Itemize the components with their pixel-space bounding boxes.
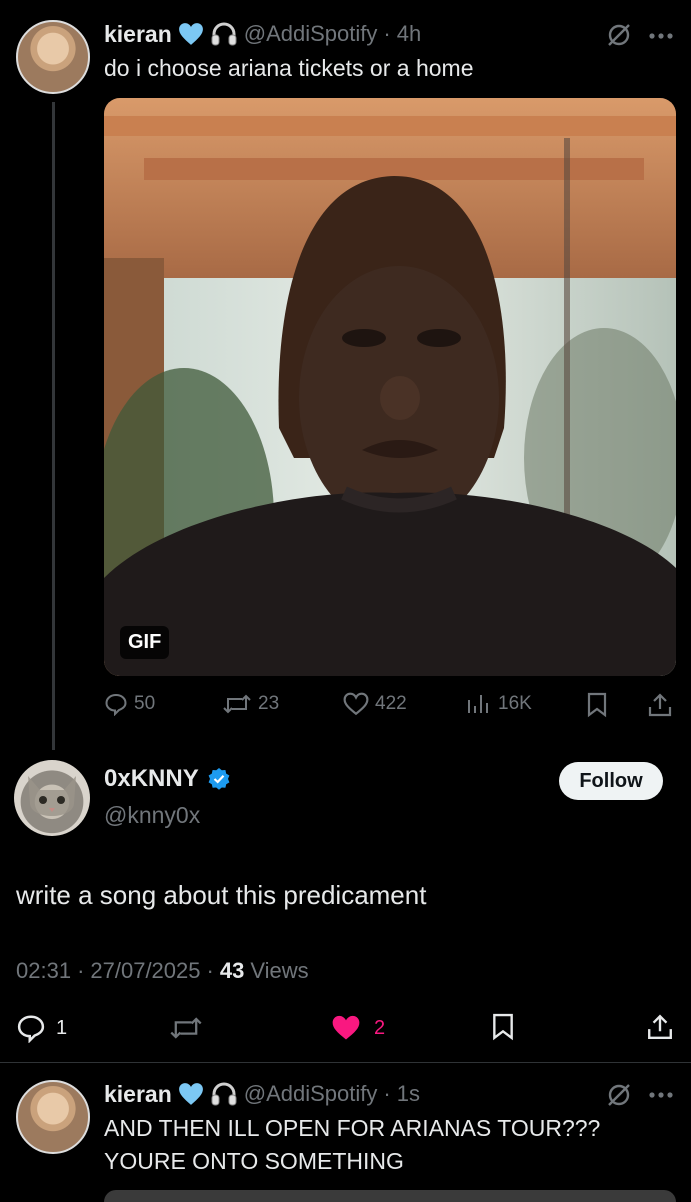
- share-icon: [648, 693, 672, 717]
- tweet-header: kieran @AddiSpotify · 1s: [104, 1078, 420, 1110]
- display-name[interactable]: 0xKNNY: [104, 765, 199, 793]
- gif-badge: GIF: [120, 626, 170, 659]
- bookmark-icon: [587, 692, 607, 718]
- reply-icon: [104, 692, 128, 716]
- author-handle[interactable]: @knny0x: [104, 802, 200, 829]
- meta-separator: ·: [206, 958, 214, 983]
- like-button[interactable]: 422: [343, 692, 407, 716]
- like-icon: [343, 692, 369, 716]
- headphones-emoji-icon: [210, 1081, 238, 1107]
- timestamp[interactable]: 4h: [397, 21, 421, 47]
- display-name[interactable]: kieran: [104, 21, 172, 48]
- gif-image: [104, 98, 676, 676]
- like-count: 422: [375, 693, 407, 714]
- separator: ·: [383, 21, 391, 46]
- repost-icon: [222, 692, 252, 716]
- reply-button[interactable]: 1: [16, 1013, 67, 1043]
- repost-icon: [170, 1017, 202, 1039]
- reply-count: 1: [56, 1016, 68, 1039]
- tweet-text-line-2: YOURE ONTO SOMETHING: [104, 1148, 404, 1174]
- tweet-meta: 02:31 · 27/07/2025 · 43 Views: [16, 958, 309, 984]
- share-button[interactable]: [646, 1012, 674, 1042]
- verified-badge-icon: [207, 767, 231, 791]
- tweet-date[interactable]: 27/07/2025: [90, 958, 200, 984]
- reply-button[interactable]: 50: [104, 692, 155, 716]
- tweet-header: kieran @AddiSpotify · 4h: [104, 18, 421, 50]
- grok-icon[interactable]: [606, 1082, 632, 1108]
- bookmark-icon: [493, 1013, 513, 1041]
- display-name[interactable]: kieran: [104, 1081, 172, 1108]
- bookmark-button[interactable]: [585, 692, 609, 718]
- like-button[interactable]: 2: [330, 1014, 385, 1042]
- share-icon: [648, 1014, 672, 1039]
- more-icon[interactable]: [648, 1091, 674, 1099]
- like-icon: [330, 1014, 362, 1042]
- media-preview-edge: [104, 1190, 676, 1202]
- headphones-emoji-icon: [210, 21, 238, 47]
- tweet-time[interactable]: 02:31: [16, 958, 71, 984]
- avatar[interactable]: [16, 1080, 90, 1154]
- reply-count: 50: [134, 693, 156, 714]
- views-button[interactable]: 16K: [466, 692, 532, 716]
- follow-button[interactable]: Follow: [559, 762, 663, 800]
- divider: [0, 1062, 691, 1063]
- reply-icon: [16, 1013, 46, 1043]
- cat-face: [14, 760, 90, 836]
- grok-icon[interactable]: [606, 22, 632, 48]
- heart-emoji-icon: [178, 1082, 204, 1106]
- timestamp[interactable]: 1s: [397, 1081, 420, 1107]
- views-count: 16K: [498, 693, 532, 714]
- avatar[interactable]: [16, 20, 90, 94]
- repost-count: 23: [258, 693, 280, 714]
- like-count: 2: [374, 1016, 386, 1039]
- views-label: Views: [250, 958, 309, 983]
- author-name-row: 0xKNNY: [104, 765, 231, 793]
- repost-button[interactable]: [169, 1014, 203, 1042]
- views-icon: [466, 692, 492, 716]
- tweet-text: write a song about this predicament: [16, 880, 427, 910]
- handle[interactable]: @AddiSpotify: [244, 21, 378, 47]
- meta-separator: ·: [77, 958, 85, 983]
- tweet-text: do i choose ariana tickets or a home: [104, 55, 474, 81]
- tweet-text-line-1: AND THEN ILL OPEN FOR ARIANAS TOUR???: [104, 1115, 601, 1141]
- gif-media[interactable]: GIF: [104, 98, 676, 676]
- views-count: 43: [219, 958, 245, 983]
- bookmark-button[interactable]: [490, 1012, 516, 1042]
- handle[interactable]: @AddiSpotify: [244, 1081, 378, 1107]
- share-button[interactable]: [647, 692, 673, 718]
- separator: ·: [383, 1081, 391, 1106]
- thread-line: [52, 102, 55, 750]
- heart-emoji-icon: [178, 22, 204, 46]
- more-icon[interactable]: [648, 32, 674, 40]
- repost-button[interactable]: 23: [222, 692, 279, 716]
